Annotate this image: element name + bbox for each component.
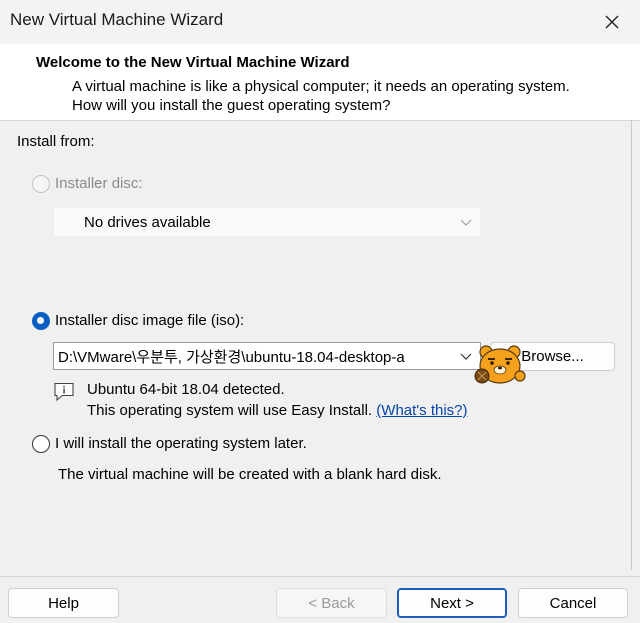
install-later-radio[interactable] — [32, 435, 50, 453]
header-description: A virtual machine is like a physical com… — [72, 78, 570, 114]
back-button[interactable]: < Back — [276, 588, 387, 618]
whats-this-link[interactable]: (What's this?) — [376, 402, 467, 419]
install-from-label: Install from: — [17, 133, 95, 150]
content-border — [631, 120, 632, 570]
wizard-header: Welcome to the New Virtual Machine Wizar… — [0, 44, 640, 121]
easy-install-text: This operating system will use Easy Inst… — [87, 402, 373, 419]
installer-disc-radio[interactable] — [32, 175, 50, 193]
close-icon — [605, 15, 619, 29]
header-title: Welcome to the New Virtual Machine Wizar… — [36, 54, 350, 71]
cancel-button[interactable]: Cancel — [518, 588, 628, 618]
iso-path-combo[interactable]: D:\VMware\우분투, 가상환경\ubuntu-18.04-desktop… — [53, 342, 481, 370]
close-button[interactable] — [584, 0, 640, 44]
easy-install-line: This operating system will use Easy Inst… — [87, 402, 468, 419]
bear-sticker-icon — [474, 345, 526, 384]
disc-drive-dropdown[interactable]: No drives available — [53, 207, 481, 237]
chevron-down-icon — [460, 219, 472, 226]
next-button[interactable]: Next > — [397, 588, 507, 618]
installer-disc-label: Installer disc: — [55, 175, 143, 192]
install-later-label: I will install the operating system late… — [55, 435, 307, 452]
os-detected-text: Ubuntu 64-bit 18.04 detected. — [87, 381, 285, 398]
info-icon — [54, 382, 74, 402]
footer-separator — [0, 576, 640, 577]
title-bar: New Virtual Machine Wizard — [0, 0, 640, 44]
iso-file-radio[interactable] — [32, 312, 50, 330]
iso-path-value: D:\VMware\우분투, 가상환경\ubuntu-18.04-desktop… — [58, 348, 405, 366]
iso-file-label: Installer disc image file (iso): — [55, 312, 245, 329]
disc-drive-value: No drives available — [84, 213, 211, 231]
window-title: New Virtual Machine Wizard — [10, 10, 224, 29]
blank-disk-note: The virtual machine will be created with… — [58, 466, 442, 483]
help-button[interactable]: Help — [8, 588, 119, 618]
